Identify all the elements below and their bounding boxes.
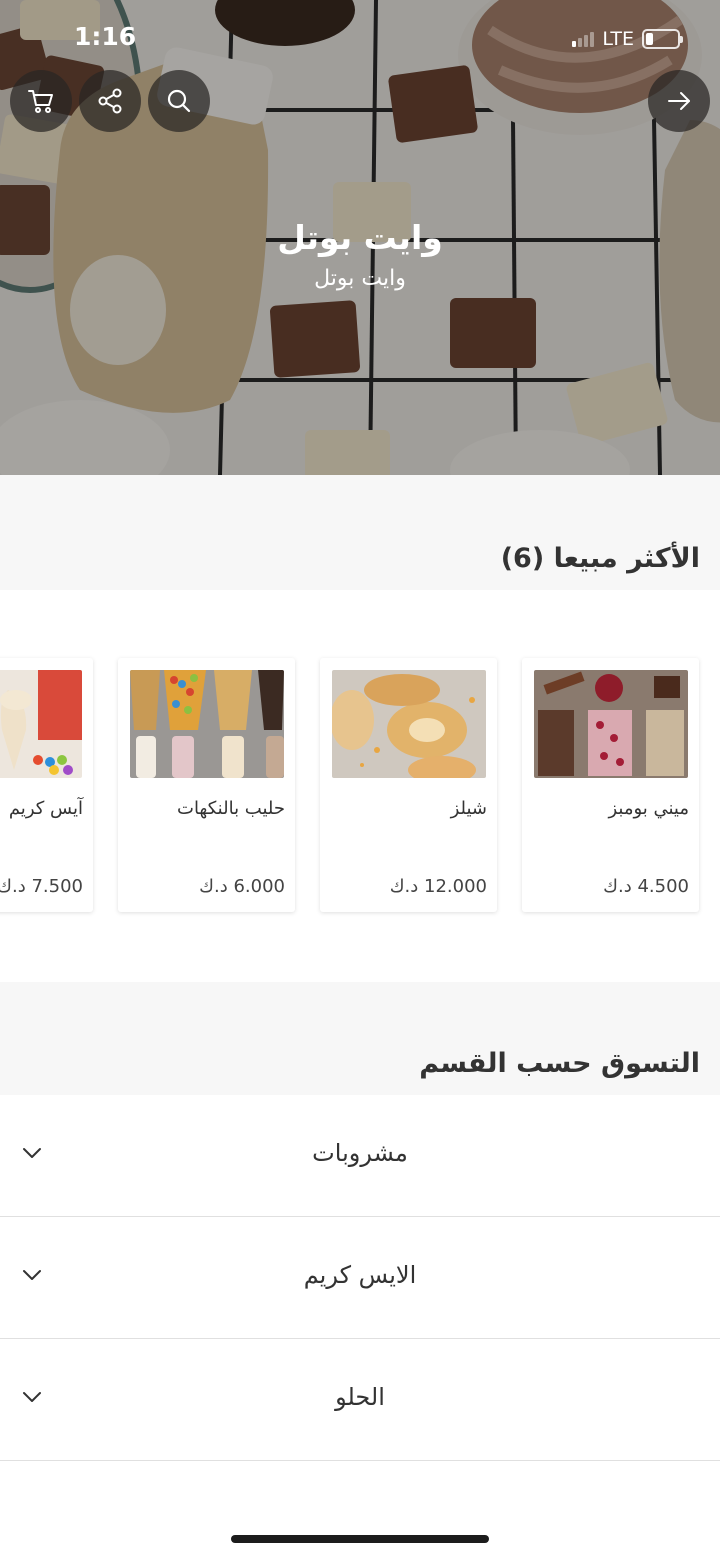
search-button[interactable] xyxy=(148,70,210,132)
category-label: مشروبات xyxy=(312,1139,408,1167)
network-type: LTE xyxy=(602,28,634,50)
home-indicator[interactable] xyxy=(231,1535,489,1543)
best-sellers-heading: الأكثر مبيعا (6) xyxy=(500,543,700,574)
battery-icon xyxy=(642,29,683,49)
cellular-signal-icon xyxy=(572,31,595,47)
product-price: 7.500 د.ك xyxy=(0,876,83,897)
category-row-drinks[interactable]: مشروبات xyxy=(0,1095,720,1217)
product-card[interactable]: آيس كريم 7.500 د.ك xyxy=(0,658,93,912)
share-icon xyxy=(98,88,122,114)
product-image xyxy=(534,670,688,778)
forward-button[interactable] xyxy=(648,70,710,132)
shop-by-category-header: التسوق حسب القسم xyxy=(0,982,720,1095)
category-label: الحلو xyxy=(335,1383,385,1411)
chevron-down-icon xyxy=(23,1148,41,1158)
store-hero-banner: 1:16 LTE وايت بوتل وايت بوتل xyxy=(0,0,720,475)
category-row-ice-cream[interactable]: الايس كريم xyxy=(0,1217,720,1339)
product-card[interactable]: شيلز 12.000 د.ك xyxy=(320,658,497,912)
best-sellers-carousel[interactable]: ميني بومبز 4.500 د.ك شيلز 12.000 د.ك حلي… xyxy=(0,590,720,982)
product-price: 12.000 د.ك xyxy=(389,876,487,897)
product-image xyxy=(332,670,486,778)
product-name: ميني بومبز xyxy=(608,798,689,819)
status-time: 1:16 xyxy=(74,22,137,51)
arrow-right-icon xyxy=(668,92,690,110)
product-card[interactable]: ميني بومبز 4.500 د.ك xyxy=(522,658,699,912)
product-name: آيس كريم xyxy=(8,798,83,819)
product-card[interactable]: حليب بالنكهات 6.000 د.ك xyxy=(118,658,295,912)
cart-button[interactable] xyxy=(10,70,72,132)
search-icon xyxy=(167,89,191,113)
category-label: الايس كريم xyxy=(303,1261,417,1289)
chevron-down-icon xyxy=(23,1392,41,1402)
store-title: وايت بوتل xyxy=(277,218,443,257)
shop-by-category-heading: التسوق حسب القسم xyxy=(419,1048,700,1079)
product-image xyxy=(130,670,284,778)
best-sellers-header: الأكثر مبيعا (6) xyxy=(0,475,720,590)
product-name: حليب بالنكهات xyxy=(177,798,285,819)
product-name: شيلز xyxy=(450,798,487,819)
share-button[interactable] xyxy=(79,70,141,132)
product-price: 6.000 د.ك xyxy=(199,876,285,897)
product-price: 4.500 د.ك xyxy=(603,876,689,897)
product-image xyxy=(0,670,82,778)
store-subtitle: وايت بوتل xyxy=(314,266,406,291)
category-row-sweets[interactable]: الحلو xyxy=(0,1339,720,1461)
chevron-down-icon xyxy=(23,1270,41,1280)
cart-icon xyxy=(28,90,53,113)
status-indicators: LTE xyxy=(572,28,683,50)
